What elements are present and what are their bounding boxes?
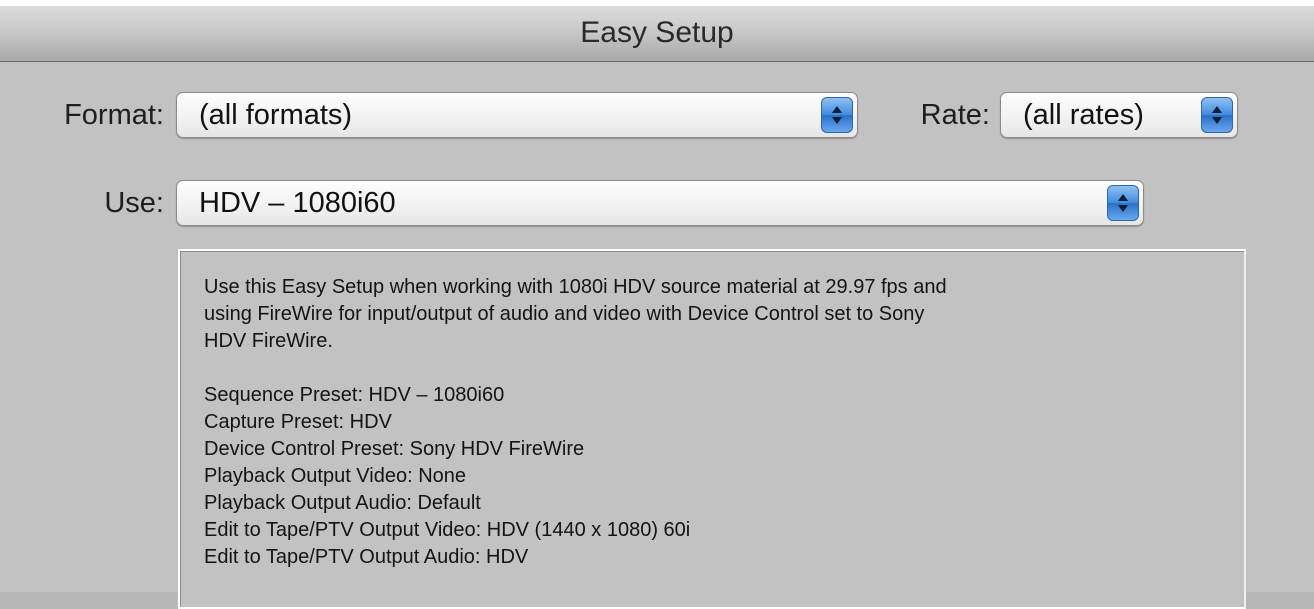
use-label: Use: (104, 187, 164, 219)
format-label: Format: (64, 99, 164, 131)
description-summary-line: HDV FireWire. (204, 330, 333, 352)
rate-popup[interactable]: (all rates) (1000, 92, 1238, 138)
preset-playback-video: Playback Output Video: None (204, 465, 467, 487)
preset-edit-to-tape-video: Edit to Tape/PTV Output Video: HDV (1440… (204, 519, 691, 541)
format-popup[interactable]: (all formats) (176, 92, 858, 138)
format-popup-value: (all formats) (199, 99, 353, 131)
preset-capture: Capture Preset: HDV (204, 411, 392, 433)
window-title: Easy Setup (580, 16, 734, 49)
use-popup-value: HDV – 1080i60 (199, 187, 396, 219)
preset-device-control: Device Control Preset: Sony HDV FireWire (204, 438, 585, 460)
preset-sequence: Sequence Preset: HDV – 1080i60 (204, 384, 505, 406)
rate-popup-value: (all rates) (1023, 99, 1144, 131)
use-popup[interactable]: HDV – 1080i60 (176, 180, 1144, 226)
up-down-arrows-icon (1107, 185, 1139, 221)
preset-edit-to-tape-audio: Edit to Tape/PTV Output Audio: HDV (204, 546, 529, 568)
up-down-arrows-icon (821, 97, 853, 133)
preset-playback-audio: Playback Output Audio: Default (204, 492, 481, 514)
window-titlebar[interactable]: Easy Setup (0, 6, 1314, 62)
up-down-arrows-icon (1201, 97, 1233, 133)
description-summary-line: using FireWire for input/output of audio… (204, 303, 925, 325)
description-text: Use this Easy Setup when working with 10… (204, 274, 1224, 571)
description-summary-line: Use this Easy Setup when working with 10… (204, 276, 947, 298)
rate-label: Rate: (920, 99, 990, 131)
